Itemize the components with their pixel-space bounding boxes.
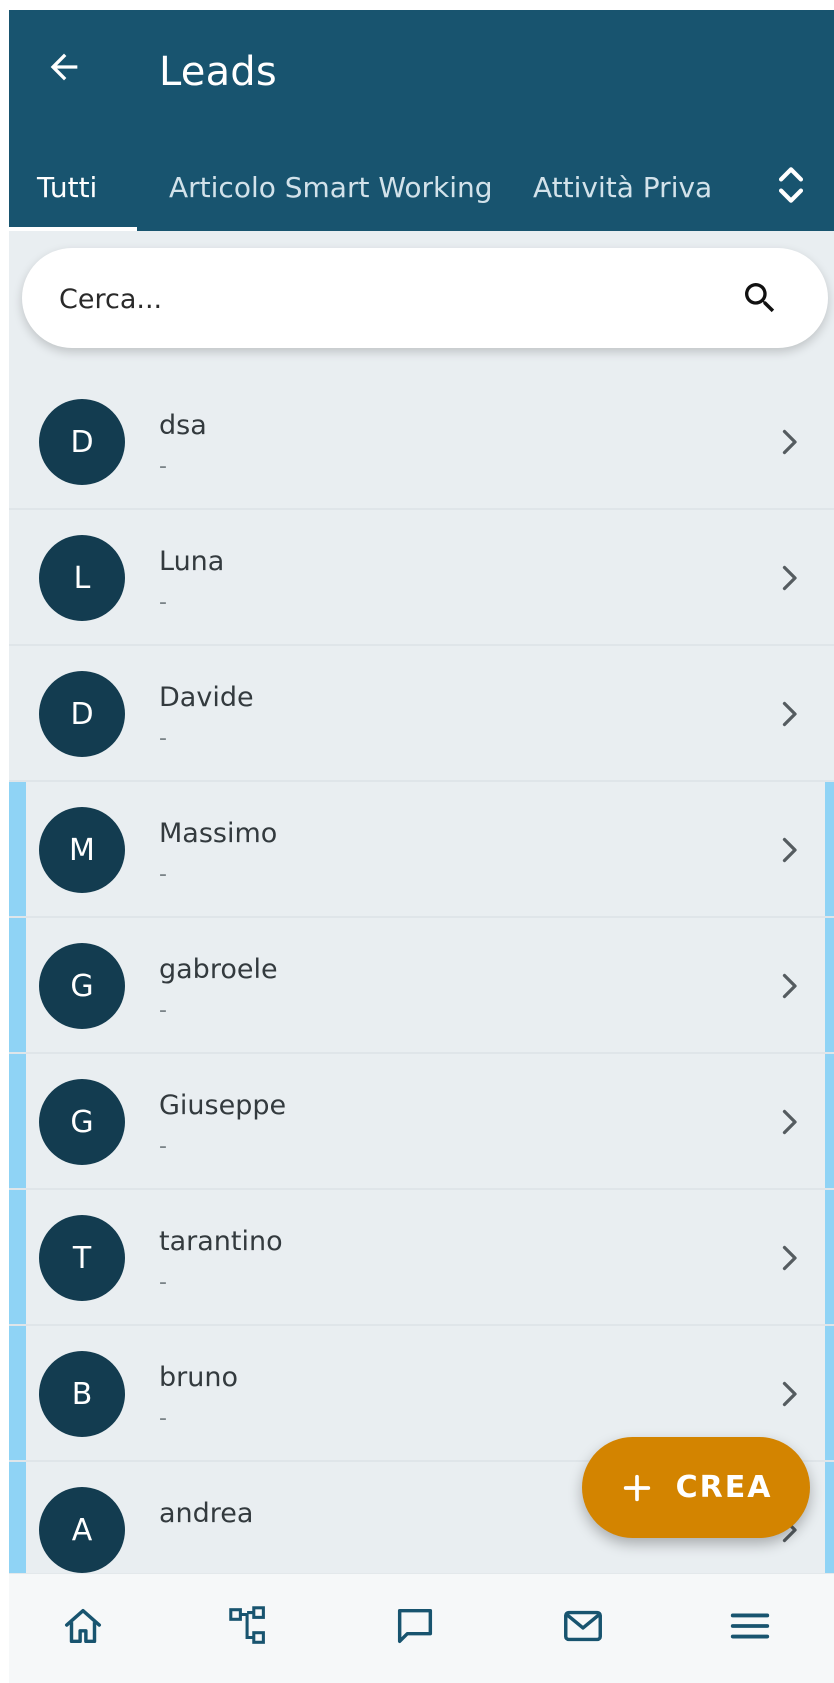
- nav-structure-button[interactable]: [219, 1596, 279, 1656]
- app-bar: Leads Tutti Articolo Smart Working Attiv…: [9, 10, 834, 231]
- menu-icon: [730, 1613, 770, 1639]
- avatar: D: [39, 671, 125, 757]
- page-title: Leads: [159, 49, 277, 95]
- list-item[interactable]: D Davide -: [9, 646, 834, 782]
- nav-chat-button[interactable]: [385, 1596, 445, 1656]
- lead-subtitle: -: [159, 862, 167, 887]
- avatar: M: [39, 807, 125, 893]
- list-item[interactable]: G gabroele -: [9, 918, 834, 1054]
- lead-name: andrea: [159, 1498, 254, 1529]
- lead-name: Giuseppe: [159, 1090, 287, 1121]
- chevron-up-down-icon: [778, 167, 804, 203]
- org-chart-icon: [229, 1606, 265, 1644]
- home-icon: [64, 1608, 102, 1644]
- list-item[interactable]: T tarantino -: [9, 1190, 834, 1326]
- lead-name: tarantino: [159, 1226, 283, 1257]
- lead-subtitle: -: [159, 454, 167, 479]
- lead-name: dsa: [159, 410, 207, 441]
- avatar: B: [39, 1351, 125, 1437]
- avatar: L: [39, 535, 125, 621]
- chevron-right-icon: [782, 837, 797, 863]
- app-screen: Leads Tutti Articolo Smart Working Attiv…: [9, 10, 834, 1683]
- search-icon: [745, 283, 775, 313]
- chevron-right-icon: [782, 701, 797, 727]
- lead-subtitle: -: [159, 1134, 167, 1159]
- nav-mail-button[interactable]: [553, 1596, 613, 1656]
- nav-home-button[interactable]: [53, 1596, 113, 1656]
- tab-bar: Tutti Articolo Smart Working Attività Pr…: [9, 155, 834, 231]
- chevron-right-icon: [782, 1381, 797, 1407]
- lead-subtitle: -: [159, 1270, 167, 1295]
- tab-scroll-button[interactable]: [769, 163, 813, 207]
- avatar: G: [39, 1079, 125, 1165]
- avatar: D: [39, 399, 125, 485]
- lead-name: Luna: [159, 546, 225, 577]
- tab-tutti[interactable]: Tutti: [37, 155, 97, 231]
- leads-list: D dsa - L Luna - D Davide - M Massimo - …: [9, 374, 834, 1598]
- mail-icon: [564, 1610, 602, 1642]
- active-tab-indicator: [9, 227, 137, 231]
- lead-name: Davide: [159, 682, 254, 713]
- nav-menu-button[interactable]: [720, 1596, 780, 1656]
- lead-subtitle: -: [159, 726, 167, 751]
- avatar: T: [39, 1215, 125, 1301]
- tab-attivita-privata[interactable]: Attività Priva: [533, 155, 712, 231]
- tab-articolo-smart-working[interactable]: Articolo Smart Working: [169, 155, 493, 231]
- lead-name: gabroele: [159, 954, 278, 985]
- list-item[interactable]: G Giuseppe -: [9, 1054, 834, 1190]
- bottom-navigation: [9, 1573, 834, 1683]
- avatar: G: [39, 943, 125, 1029]
- chevron-right-icon: [782, 565, 797, 591]
- create-button[interactable]: CREA: [582, 1437, 810, 1538]
- plus-icon: [620, 1471, 654, 1505]
- create-button-label: CREA: [675, 1470, 773, 1505]
- search-button[interactable]: [736, 274, 784, 322]
- search-input[interactable]: [57, 272, 711, 326]
- lead-name: bruno: [159, 1362, 238, 1393]
- lead-subtitle: -: [159, 998, 167, 1023]
- avatar: A: [39, 1487, 125, 1573]
- search-bar: [22, 248, 828, 348]
- list-item[interactable]: D dsa -: [9, 374, 834, 510]
- arrow-left-icon: [50, 53, 78, 81]
- chevron-right-icon: [782, 1109, 797, 1135]
- lead-subtitle: -: [159, 590, 167, 615]
- lead-subtitle: -: [159, 1406, 167, 1431]
- chevron-right-icon: [782, 973, 797, 999]
- chevron-right-icon: [782, 1245, 797, 1271]
- back-button[interactable]: [39, 42, 89, 92]
- list-item[interactable]: L Luna -: [9, 510, 834, 646]
- chat-icon: [397, 1608, 433, 1644]
- chevron-right-icon: [782, 429, 797, 455]
- lead-name: Massimo: [159, 818, 278, 849]
- list-item[interactable]: M Massimo -: [9, 782, 834, 918]
